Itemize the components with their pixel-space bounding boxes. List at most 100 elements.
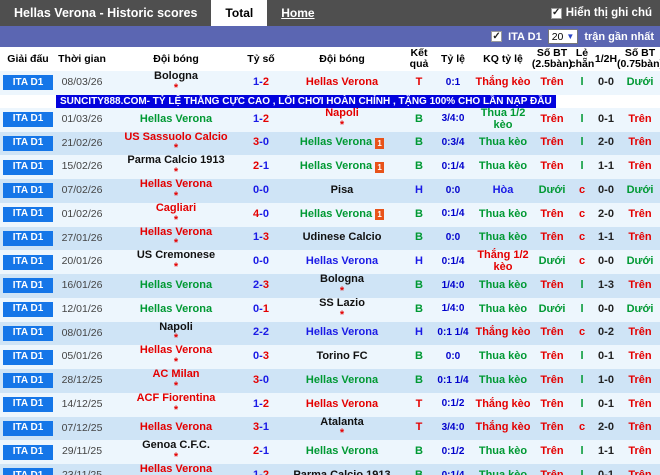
over-under-25: Trên [532, 417, 572, 441]
over-under-075: Trên [620, 274, 660, 298]
away-team-name: Hellas Verona [299, 160, 373, 173]
match-date: 05/01/26 [61, 350, 103, 363]
odd-even: c [572, 179, 592, 203]
league-badge[interactable]: ITA D1 [3, 183, 53, 199]
odds-value: 3/4:0 [441, 113, 465, 125]
tab-home[interactable]: Home [267, 0, 328, 26]
away-team-name: Pisa [330, 183, 354, 196]
over-under-075: Trên [620, 464, 660, 475]
league-cell: ITA D1 [0, 393, 56, 417]
league-badge[interactable]: ITA D1 [3, 112, 53, 128]
odds-result-value: Thua kèo [478, 373, 528, 386]
odds-value: 0:0 [445, 350, 461, 362]
over-under-25: Trên [532, 393, 572, 417]
score-cell: 1-2 [244, 71, 278, 95]
league-badge[interactable]: ITA D1 [3, 397, 53, 413]
home-team-name: Hellas Verona* [139, 344, 213, 369]
result-letter-value: B [415, 112, 423, 125]
table-row: ITA D1 07/12/25 Hellas Verona 3-1 Atalanta * T… [0, 416, 660, 441]
league-badge[interactable]: ITA D1 [3, 278, 53, 294]
match-date: 15/02/26 [61, 160, 103, 173]
league-badge[interactable]: ITA D1 [3, 349, 53, 365]
result-letter-value: B [415, 160, 423, 173]
half-time-score: 0-0 [598, 183, 614, 196]
odds-result: Thua kèo [474, 274, 532, 298]
score-cell: 2-1 [244, 440, 278, 464]
odds-result-value: Thua kèo [478, 350, 528, 363]
odd-even-value: l [580, 302, 584, 315]
league-badge[interactable]: ITA D1 [3, 230, 53, 246]
match-date: 23/11/25 [62, 469, 102, 475]
odds-result: Thua kèo [474, 345, 532, 369]
score-cell: 3-0 [244, 132, 278, 156]
match-date: 20/01/26 [61, 255, 103, 268]
odds-cell: 0:1/2 [432, 440, 474, 464]
away-team-cell: Hellas Verona 1 [278, 155, 406, 179]
notes-checkbox-icon[interactable]: ✓ [550, 7, 562, 19]
odd-even-value: l [580, 75, 584, 88]
show-notes-toggle[interactable]: ✓ Hiển thị ghi chú [550, 0, 660, 26]
odds-result: Thua kèo [474, 155, 532, 179]
away-team-cell: Bologna * [278, 273, 406, 298]
col-half-time: 1/2H [594, 52, 618, 65]
odds-cell: 0:1/4 [432, 250, 474, 274]
league-badge[interactable]: ITA D1 [3, 444, 53, 460]
odds-cell: 1/4:0 [432, 274, 474, 298]
league-badge[interactable]: ITA D1 [3, 135, 53, 151]
home-team-cell: Genoa C.F.C. * [108, 439, 244, 464]
league-badge[interactable]: ITA D1 [3, 373, 53, 389]
league-cell: ITA D1 [0, 132, 56, 156]
league-badge[interactable]: ITA D1 [3, 159, 53, 175]
odd-even: l [572, 369, 592, 393]
home-team-cell: Hellas Verona* [108, 226, 244, 251]
league-badge[interactable]: ITA D1 [3, 254, 53, 270]
date-cell: 20/01/26 [56, 250, 108, 274]
promo-banner-link[interactable]: SUNCITY888.COM- TỶ LỆ THẮNG CỰC CAO , LỐ… [56, 94, 556, 108]
over-under-25: Trên [532, 108, 572, 132]
odds-value: 3/4:0 [441, 422, 465, 433]
over-under-075-value: Trên [628, 373, 652, 386]
over-under-25-value: Dưới [538, 183, 566, 196]
match-count-select[interactable]: 20 ▼ [547, 29, 579, 44]
home-team-name: ACF Fiorentina * [136, 391, 216, 416]
league-badge[interactable]: ITA D1 [3, 207, 53, 223]
over-under-25: Trên [532, 464, 572, 475]
home-team-name: Hellas Verona* [139, 178, 213, 202]
league-badge[interactable]: ITA D1 [3, 75, 53, 91]
table-row: ITA D1 15/02/26 Parma Calcio 1913 * 2-1 Hella… [0, 154, 660, 180]
odds-value: 0:1/2 [441, 445, 465, 457]
league-badge[interactable]: ITA D1 [3, 468, 53, 475]
tab-total[interactable]: Total [211, 0, 268, 26]
over-under-075: Trên [620, 369, 660, 393]
league-badge[interactable]: ITA D1 [3, 420, 53, 436]
league-cell: ITA D1 [0, 440, 56, 464]
table-row: ITA D1 23/11/25 Hellas Verona* 1-2 Parma Cal… [0, 463, 660, 475]
odds-value: 1/4:0 [441, 303, 465, 315]
table-row: ITA D1 08/01/26 Napoli * 2-2 Hellas Verona H 0:… [0, 321, 660, 346]
odds-cell: 0:0 [432, 345, 474, 369]
favorite-star-icon: * [339, 308, 345, 321]
away-goals: 3 [262, 231, 269, 244]
result-letter-value: B [415, 468, 423, 475]
over-under-25-value: Trên [540, 231, 564, 244]
title-bar: Hellas Verona - Historic scores Total Ho… [0, 0, 660, 26]
league-cell: ITA D1 [0, 322, 56, 346]
score-cell: 2-1 [244, 155, 278, 179]
half-time-score: 0-0 [598, 75, 614, 88]
away-team-cell: Hellas Verona [278, 440, 406, 464]
over-under-075: Trên [620, 345, 660, 369]
odd-even: l [572, 132, 592, 156]
table-row: ITA D1 08/03/26 Bologna * 1-2 Hellas Verona T 0… [0, 70, 660, 95]
league-checkbox-icon[interactable]: ✓ [491, 31, 503, 42]
league-badge[interactable]: ITA D1 [3, 302, 53, 318]
half-time-cell: 0-0 [592, 71, 620, 95]
odd-even: l [572, 345, 592, 369]
half-time-score: 1-1 [598, 160, 614, 173]
over-under-25: Trên [532, 322, 572, 346]
home-team-cell: Cagliari * [108, 202, 244, 227]
table-body: ITA D1 08/03/26 Bologna * 1-2 Hellas Verona T 0… [0, 70, 660, 475]
league-badge[interactable]: ITA D1 [3, 325, 53, 341]
away-goals: 2 [262, 112, 269, 125]
chevron-down-icon: ▼ [566, 32, 575, 41]
away-goals: 1 [262, 421, 269, 434]
